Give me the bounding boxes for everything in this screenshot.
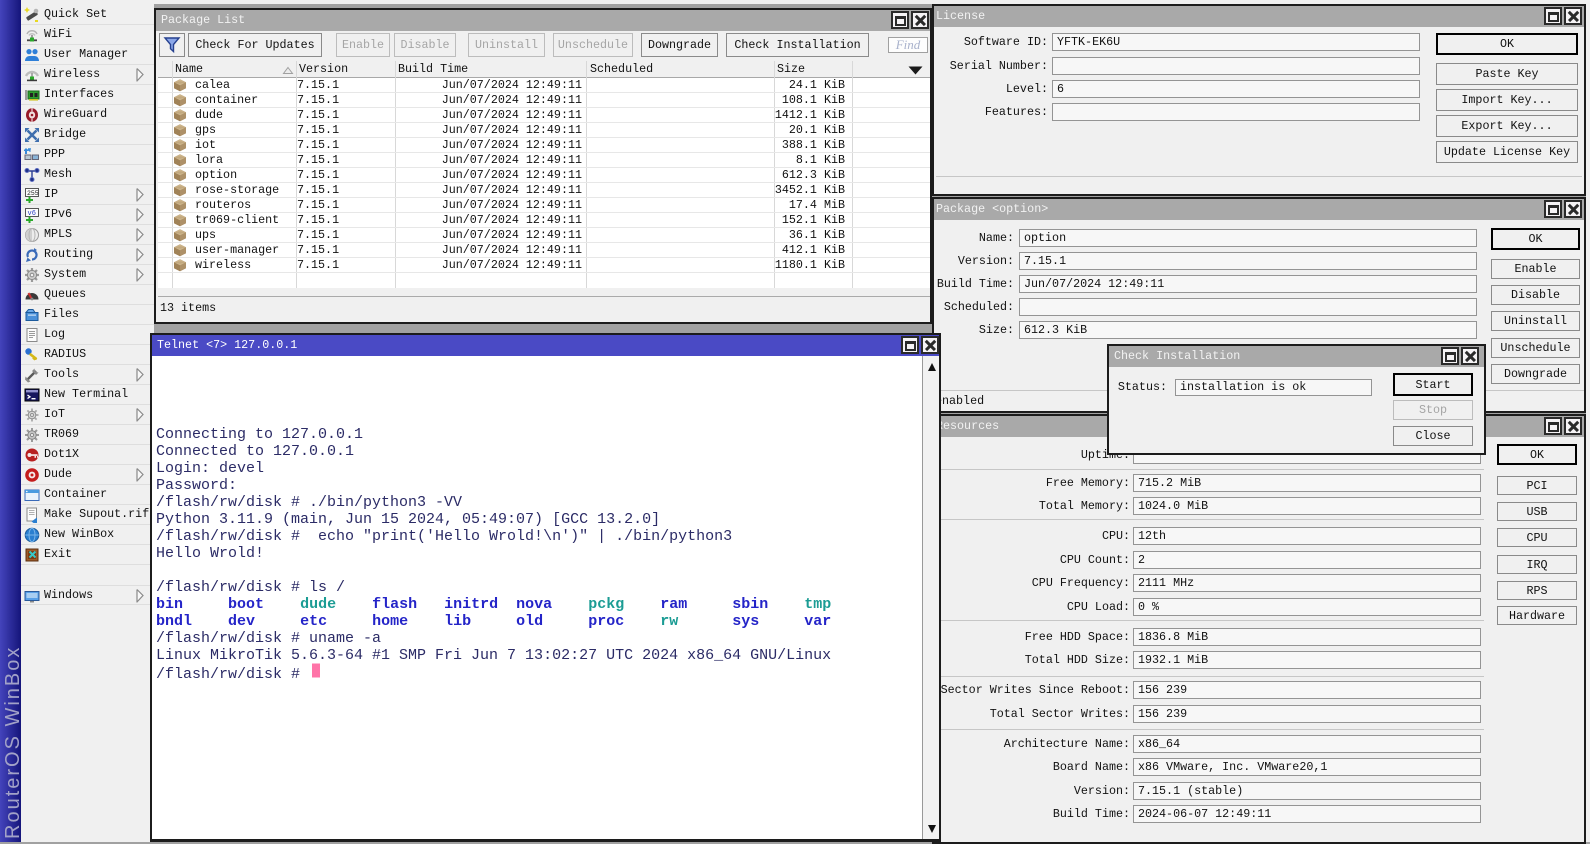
svg-text:255: 255 — [27, 190, 39, 197]
